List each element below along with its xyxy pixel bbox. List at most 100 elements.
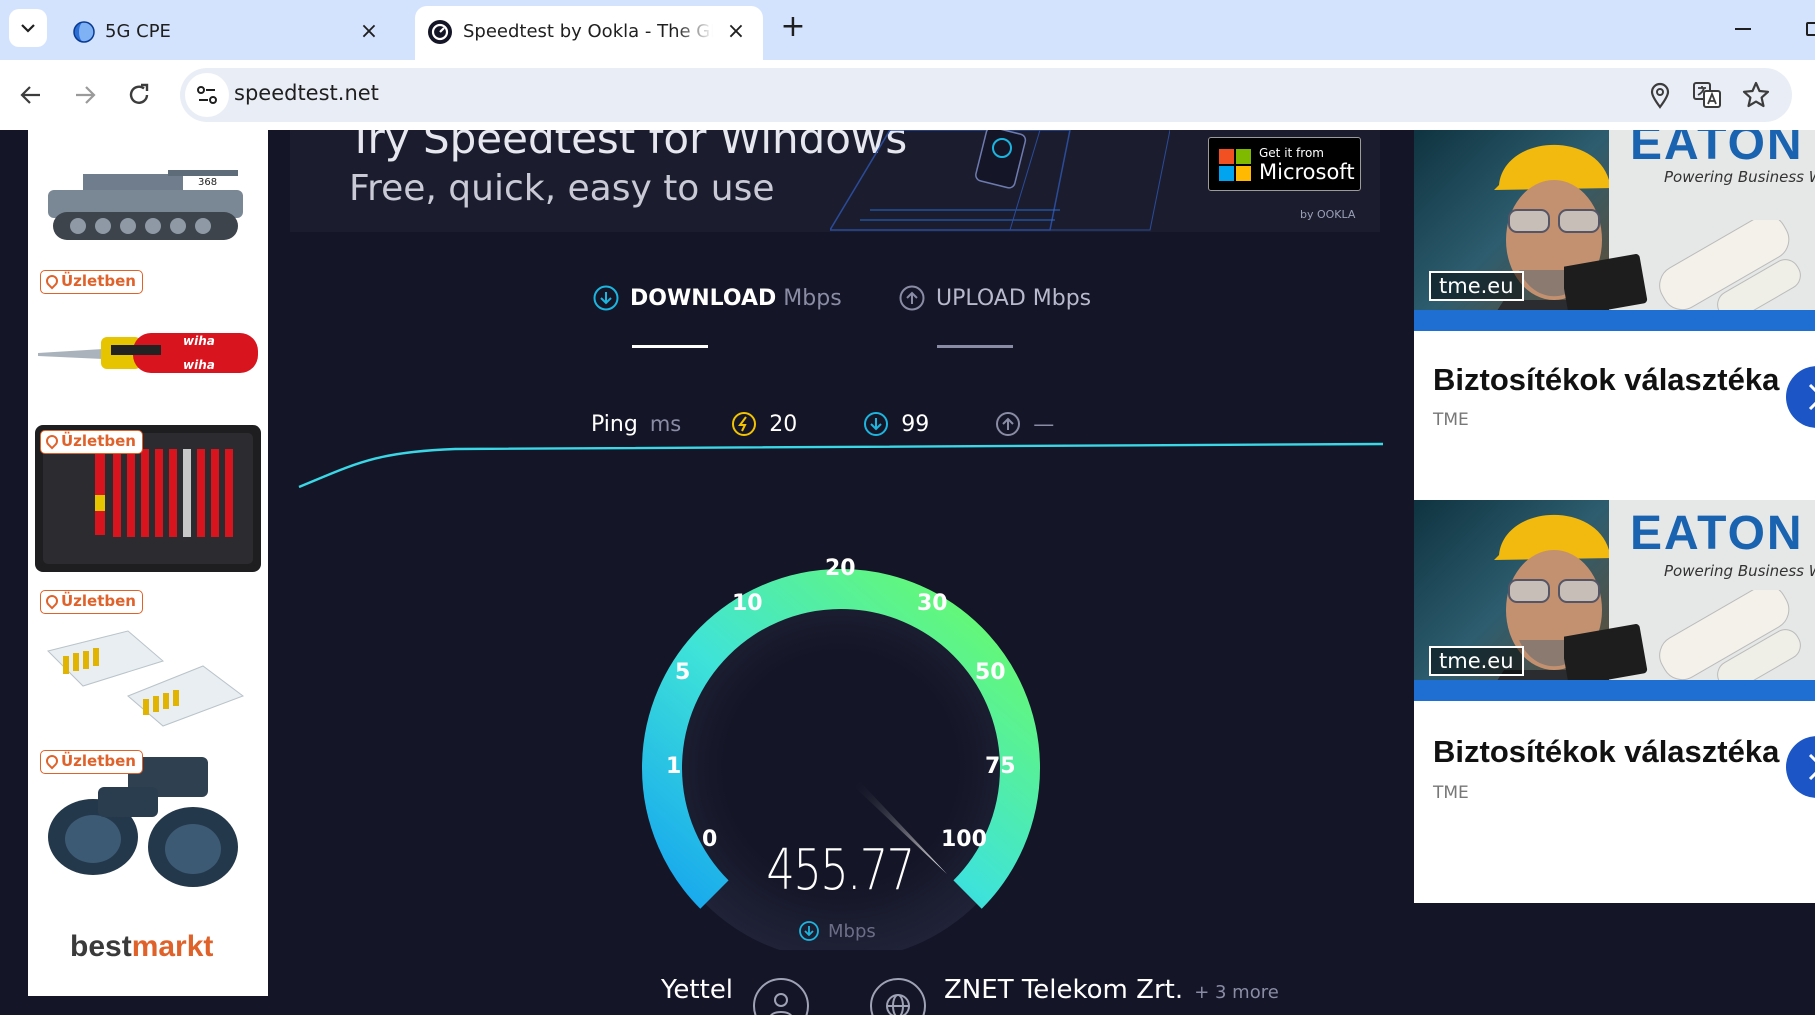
speedtest-icon: [428, 20, 452, 44]
tab-title: 5G CPE: [105, 21, 171, 42]
in-store-badge: Üzletben: [40, 430, 143, 454]
location-icon[interactable]: [1645, 80, 1675, 110]
in-store-badge: Üzletben: [40, 270, 143, 294]
tab-search-button[interactable]: [9, 9, 47, 47]
minimize-icon[interactable]: [1735, 28, 1751, 30]
tick-0: 0: [702, 827, 718, 852]
ad-image: EATON Powering Business Worldwide tme.eu: [1414, 130, 1815, 331]
download-label: DOWNLOAD: [630, 285, 777, 311]
in-store-badge: Üzletben: [40, 750, 143, 774]
ad-item-toolset[interactable]: Üzletben: [33, 421, 263, 576]
restore-icon[interactable]: [1806, 22, 1815, 36]
eaton-tagline: Powering Business Worldwide: [1664, 562, 1815, 580]
logo-part-b: markt: [131, 930, 214, 963]
tick-100: 100: [941, 827, 987, 852]
download-arrow-icon: [593, 285, 619, 311]
left-ad-panel: 368 Üzletben wiha wiha Üzletben Üzletben…: [28, 130, 268, 996]
isp-name: Yettel: [661, 975, 734, 1005]
speed-unit: Mbps: [828, 920, 876, 942]
ping-row: Ping ms 20 99 —: [591, 407, 1054, 441]
ping-label: Ping: [591, 411, 638, 437]
upload-ping-icon: [996, 412, 1021, 436]
right-ad-1[interactable]: EATON Powering Business Worldwide tme.eu…: [1414, 130, 1815, 533]
url-text[interactable]: speedtest.net: [234, 81, 379, 105]
svg-text:wiha: wiha: [183, 334, 215, 348]
download-tab[interactable]: DOWNLOAD Mbps: [592, 278, 842, 318]
user-icon[interactable]: [753, 978, 809, 1015]
site-info-icon: [197, 86, 217, 104]
person-icon: [770, 993, 792, 1015]
translate-icon[interactable]: [1691, 79, 1723, 111]
ping-upload-value: —: [1033, 412, 1055, 436]
close-icon[interactable]: ×: [723, 19, 749, 45]
tab-strip: 5G CPE × Speedtest by Ookla - The Global…: [0, 0, 1815, 60]
wiha-screwdriver-image: wiha wiha: [38, 333, 258, 373]
close-icon[interactable]: ×: [356, 19, 382, 45]
reload-icon[interactable]: [125, 81, 153, 109]
site-info-button[interactable]: [185, 73, 229, 117]
download-arrow-icon: [799, 921, 819, 941]
chevron-right-icon: [1808, 753, 1815, 781]
speedtest-page: 368 Üzletben wiha wiha Üzletben Üzletben…: [0, 130, 1815, 1015]
chevron-down-icon: [21, 24, 35, 33]
upload-arrow-icon: [899, 285, 925, 311]
logo-part-a: best: [70, 930, 132, 963]
ad-advertiser: TME: [1433, 410, 1469, 430]
tme-domain: tme.eu: [1429, 271, 1524, 301]
store-big-text: Microsoft: [1259, 160, 1355, 184]
ad-item-connectors[interactable]: Üzletben: [33, 581, 263, 736]
server-info[interactable]: ZNET Telekom Zrt. + 3 more: [944, 975, 1279, 1005]
ad-next-button[interactable]: [1786, 366, 1815, 428]
ad-item-screwdriver[interactable]: Üzletben wiha wiha: [33, 261, 263, 416]
tick-1: 1: [666, 754, 682, 779]
download-underline: [632, 345, 708, 348]
rc-tank-image: 368: [48, 170, 243, 240]
bookmark-star-icon[interactable]: [1741, 80, 1771, 110]
speed-graph: [298, 442, 1384, 489]
rj45-connectors-image: [47, 630, 245, 727]
new-tab-button[interactable]: +: [776, 10, 810, 44]
tick-5: 5: [675, 660, 691, 685]
ad-item-tank[interactable]: 368: [33, 130, 263, 256]
tick-50: 50: [975, 660, 1006, 685]
server-globe-icon[interactable]: [870, 978, 926, 1015]
banner-subtitle: Free, quick, easy to use: [349, 168, 775, 209]
microsoft-store-badge[interactable]: Get it from Microsoft: [1208, 137, 1361, 191]
forward-icon[interactable]: [72, 82, 98, 108]
speed-value: 455.77: [766, 838, 915, 903]
address-bar[interactable]: speedtest.net: [180, 68, 1792, 122]
server-more[interactable]: + 3 more: [1194, 982, 1279, 1003]
upload-unit: Mbps: [1032, 285, 1092, 311]
chevron-right-icon: [1808, 383, 1815, 411]
upload-tab[interactable]: UPLOAD Mbps: [898, 278, 1091, 318]
banner-title: Try Speedtest for Windows: [348, 130, 908, 163]
download-ping-icon: [864, 412, 889, 436]
ad-title: Biztosítékok választéka: [1433, 734, 1780, 769]
tick-10: 10: [732, 591, 763, 616]
tick-75: 75: [985, 754, 1016, 779]
laptop-illustration: [830, 130, 1170, 231]
right-ad-2[interactable]: EATON Powering Business Worldwide tme.eu…: [1414, 500, 1815, 903]
svg-text:wiha: wiha: [183, 358, 215, 372]
browser-toolbar: speedtest.net: [0, 60, 1815, 130]
ad-item-binoculars[interactable]: Üzletben: [33, 741, 263, 896]
ping-idle-value: 20: [769, 411, 798, 437]
svg-text:368: 368: [198, 177, 217, 188]
tick-30: 30: [917, 591, 948, 616]
windows-app-banner[interactable]: Try Speedtest for Windows Free, quick, e…: [290, 130, 1380, 232]
bestmarkt-logo[interactable]: bestmarkt: [70, 930, 213, 964]
upload-underline: [937, 345, 1013, 348]
tme-domain: tme.eu: [1429, 646, 1524, 676]
back-icon[interactable]: [18, 82, 44, 108]
ad-title: Biztosítékok választéka: [1433, 362, 1780, 397]
ad-advertiser: TME: [1433, 783, 1469, 803]
globe-icon: [73, 21, 95, 43]
tab-title: Speedtest by Ookla - The Global Broadban…: [463, 21, 713, 42]
eaton-logo: EATON: [1630, 130, 1804, 170]
upload-label: UPLOAD: [936, 285, 1026, 311]
ad-next-button[interactable]: [1786, 736, 1815, 798]
tab-5g-cpe[interactable]: 5G CPE ×: [58, 6, 408, 60]
tab-speedtest[interactable]: Speedtest by Ookla - The Global Broadban…: [415, 6, 763, 60]
ad-image: EATON Powering Business Worldwide tme.eu: [1414, 500, 1815, 701]
windows-logo-icon: [1219, 149, 1251, 181]
